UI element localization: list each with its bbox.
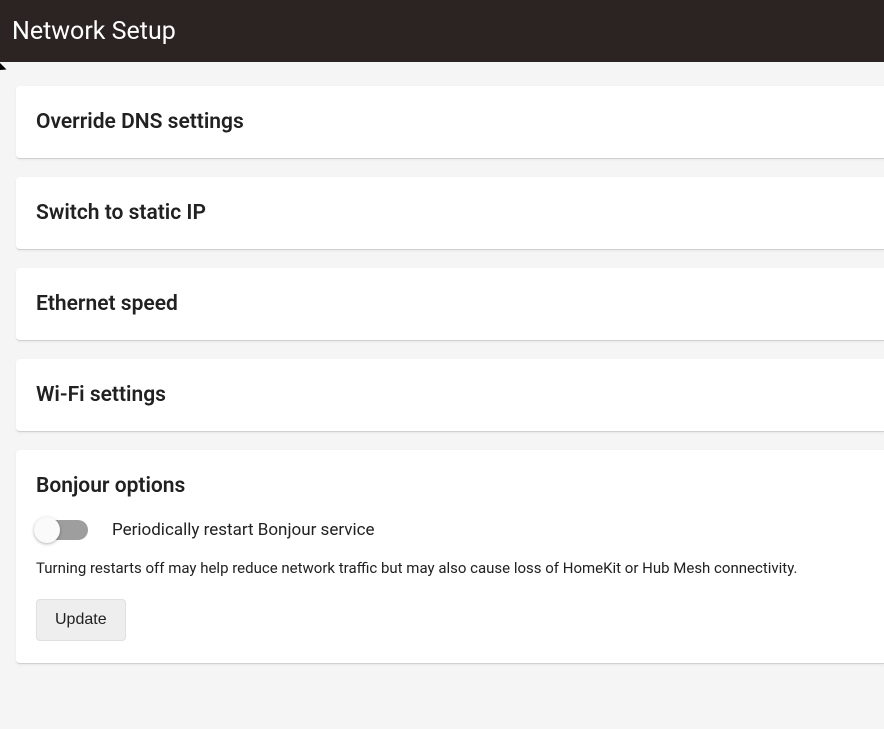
- content-area: Override DNS settings Switch to static I…: [0, 86, 884, 664]
- update-button[interactable]: Update: [36, 599, 126, 641]
- page-title: Network Setup: [12, 17, 176, 46]
- card-bonjour-options: Bonjour options Periodically restart Bon…: [16, 450, 884, 664]
- card-ethernet-speed[interactable]: Ethernet speed: [16, 268, 884, 341]
- card-static-ip-title: Switch to static IP: [16, 177, 884, 249]
- card-static-ip[interactable]: Switch to static IP: [16, 177, 884, 250]
- card-override-dns-title: Override DNS settings: [16, 86, 884, 158]
- card-wifi-settings[interactable]: Wi-Fi settings: [16, 359, 884, 432]
- page-header: Network Setup: [0, 0, 884, 62]
- bonjour-toggle-label: Periodically restart Bonjour service: [112, 520, 375, 540]
- bonjour-title: Bonjour options: [36, 474, 864, 498]
- bonjour-toggle-row: Periodically restart Bonjour service: [36, 520, 864, 540]
- card-wifi-settings-title: Wi-Fi settings: [16, 359, 884, 431]
- toggle-thumb: [34, 517, 60, 543]
- bonjour-help-text: Turning restarts off may help reduce net…: [36, 558, 864, 579]
- card-ethernet-speed-title: Ethernet speed: [16, 268, 884, 340]
- header-arrow-indicator: [0, 61, 6, 74]
- card-override-dns[interactable]: Override DNS settings: [16, 86, 884, 159]
- bonjour-restart-toggle[interactable]: [36, 520, 88, 540]
